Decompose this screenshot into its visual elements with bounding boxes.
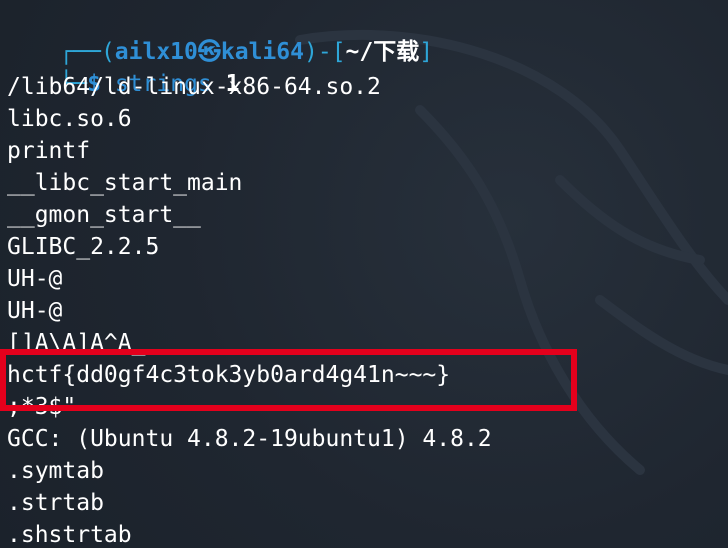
flag-highlight-box — [0, 349, 577, 411]
prompt-header: ┌──(ailx10㉿kali64)-[~/下载] — [4, 4, 433, 65]
prompt-command-line: └─$ strings 1 — [4, 36, 239, 97]
prompt-close-paren: ) — [303, 39, 318, 65]
output-line: __gmon_start__ — [7, 202, 201, 228]
prompt-open-bracket: [ — [331, 39, 346, 65]
output-line: UH-@ — [7, 266, 63, 292]
output-line: GLIBC_2.2.5 — [7, 234, 160, 260]
output-line: .shstrtab — [7, 522, 132, 548]
output-line: .strtab — [7, 490, 104, 516]
output-line: printf — [7, 138, 91, 164]
prompt-cwd: ~/下载 — [345, 39, 420, 65]
output-line: .symtab — [7, 458, 104, 484]
output-line: UH-@ — [7, 298, 63, 324]
terminal-window[interactable]: ┌──(ailx10㉿kali64)-[~/下载] └─$ strings 1 … — [0, 0, 728, 548]
output-line: /lib64/ld-linux-x86-64.so.2 — [7, 74, 381, 100]
prompt-close-bracket: ] — [419, 39, 434, 65]
output-line: __libc_start_main — [7, 170, 243, 196]
output-line: libc.so.6 — [7, 106, 132, 132]
prompt-dash: - — [317, 39, 332, 65]
output-line: GCC: (Ubuntu 4.8.2-19ubuntu1) 4.8.2 — [7, 426, 492, 452]
